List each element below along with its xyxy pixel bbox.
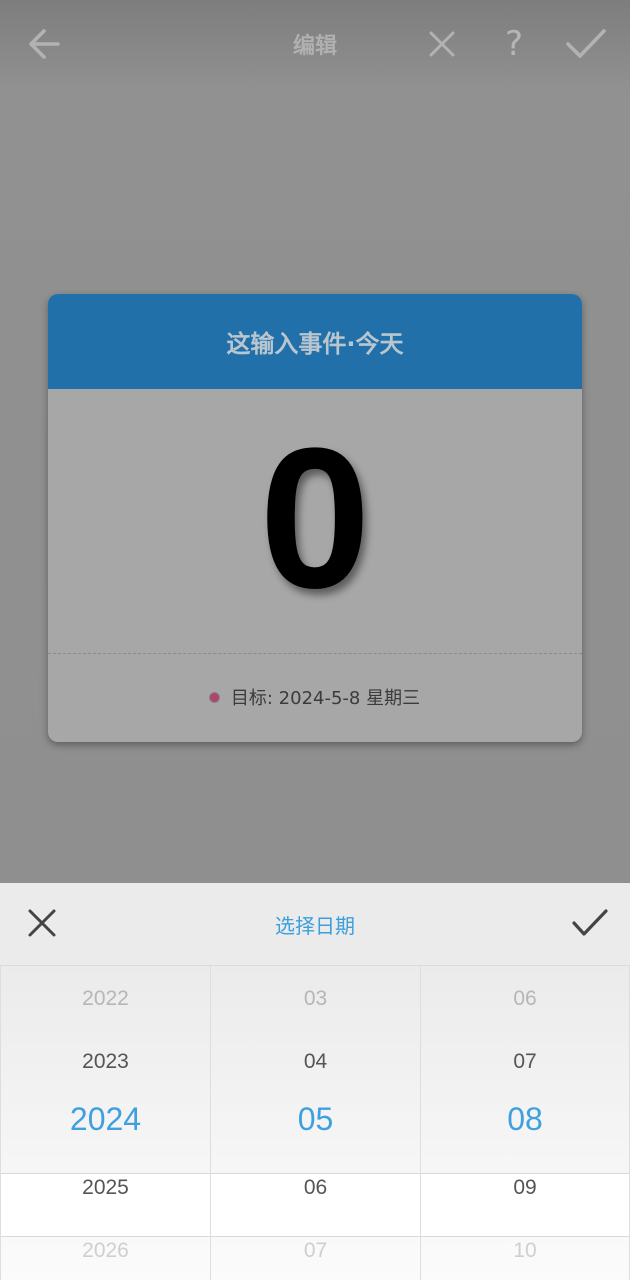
wheel-item[interactable]: 09 [421,1176,629,1200]
picker-confirm-button[interactable] [568,903,612,943]
wheel-item[interactable]: 2026 [1,1239,210,1263]
close-icon [429,31,455,57]
day-wheel[interactable]: 06 07 08 09 10 [420,966,630,1280]
wheel-item-selected[interactable]: 05 [211,1101,420,1138]
help-icon: ? [504,24,524,64]
wheel-item-selected[interactable]: 08 [421,1101,629,1138]
close-icon [28,909,56,937]
wheel-item[interactable]: 04 [211,1050,420,1074]
wheel-item[interactable]: 2022 [1,987,210,1011]
date-picker-sheet: 选择日期 2022 2023 2024 2025 2026 03 04 05 0… [0,883,630,1280]
wheel-item[interactable]: 07 [421,1050,629,1074]
app-bar: 编辑 ? [0,0,630,90]
wheel-item[interactable]: 10 [421,1239,629,1263]
date-wheels: 2022 2023 2024 2025 2026 03 04 05 06 07 … [0,966,630,1280]
target-date-row: 目标: 2024-5-8 星期三 [48,684,582,710]
card-divider [48,653,582,654]
picker-cancel-button[interactable] [22,903,62,943]
event-card[interactable]: 这输入事件·今天 0 目标: 2024-5-8 星期三 [48,294,582,742]
status-dot-icon [209,692,219,702]
arrow-left-icon [29,29,60,59]
help-button[interactable]: ? [490,20,538,68]
date-picker-title: 选择日期 [275,914,355,938]
target-date-label: 目标: 2024-5-8 星期三 [230,688,421,709]
wheel-item[interactable]: 2025 [1,1176,210,1200]
date-picker-header: 选择日期 [0,883,630,966]
wheel-item[interactable]: 2023 [1,1050,210,1074]
days-count: 0 [259,407,371,630]
check-icon [572,909,608,936]
save-button[interactable] [562,20,610,68]
back-button[interactable] [20,20,68,68]
wheel-item-selected[interactable]: 2024 [1,1101,210,1138]
edit-screen: 编辑 ? 这输入事件·今天 0 目标: 2024-5-8 星期三 [0,0,630,883]
card-header: 这输入事件·今天 [48,294,582,389]
page-title: 编辑 [292,34,337,59]
wheel-item[interactable]: 06 [211,1176,420,1200]
close-button[interactable] [418,20,466,68]
year-wheel[interactable]: 2022 2023 2024 2025 2026 [0,966,210,1280]
wheel-item[interactable]: 06 [421,987,629,1011]
wheel-item[interactable]: 03 [211,987,420,1011]
check-icon [566,29,606,58]
wheel-item[interactable]: 07 [211,1239,420,1263]
month-wheel[interactable]: 03 04 05 06 07 [210,966,420,1280]
